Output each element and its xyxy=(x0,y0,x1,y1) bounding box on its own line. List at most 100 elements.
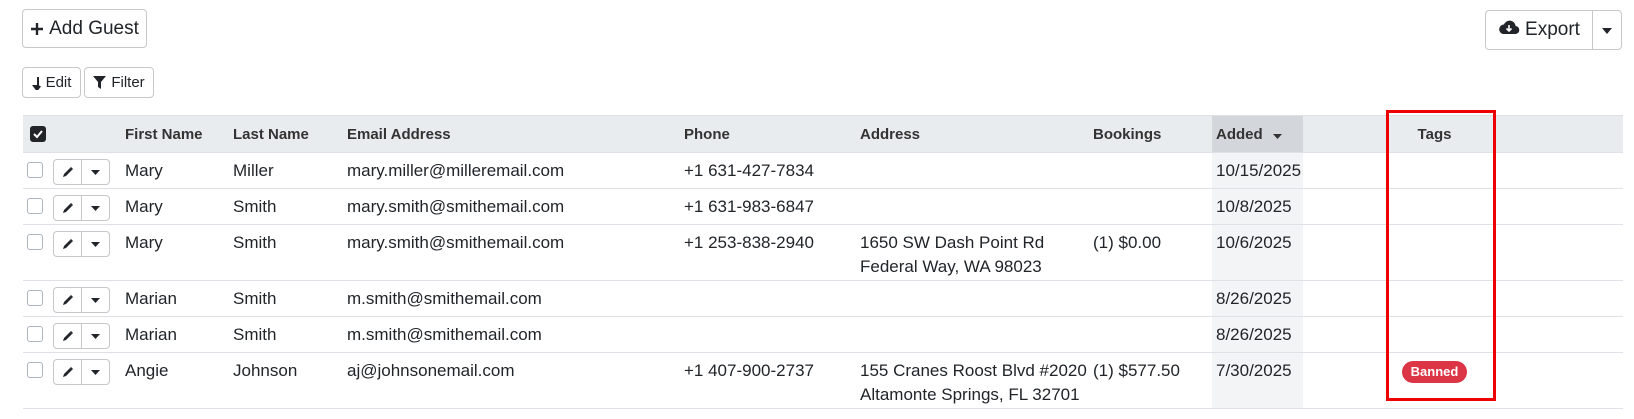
cell-spacer-end xyxy=(1490,188,1623,225)
row-edit-button[interactable] xyxy=(54,232,82,256)
cell-added: 10/6/2025 xyxy=(1212,224,1303,281)
cell-added: 8/26/2025 xyxy=(1212,316,1303,353)
table-row: Mary Miller mary.miller@milleremail.com +1 … xyxy=(23,152,1623,189)
edit-label: Edit xyxy=(45,74,72,91)
row-dropdown-toggle[interactable] xyxy=(82,160,109,184)
cell-bookings: (1) $577.50 xyxy=(1089,352,1212,409)
table-body: Mary Miller mary.miller@milleremail.com +1 … xyxy=(23,152,1623,409)
cell-phone xyxy=(680,316,856,353)
cell-address: 155 Cranes Roost Blvd #2020 Altamonte Spr… xyxy=(856,352,1089,409)
header-added-label: Added xyxy=(1216,125,1263,143)
row-edit-button[interactable] xyxy=(54,324,82,348)
cell-spacer xyxy=(1303,224,1379,281)
row-checkbox[interactable] xyxy=(27,234,43,250)
row-checkbox[interactable] xyxy=(27,362,43,378)
row-edit-button[interactable] xyxy=(54,288,82,312)
header-added[interactable]: Added xyxy=(1212,115,1303,153)
cell-last-name: Smith xyxy=(229,316,343,353)
caret-down-icon xyxy=(91,232,100,256)
pencil-icon xyxy=(62,360,74,384)
row-dropdown-toggle[interactable] xyxy=(82,232,109,256)
tag-badge-banned: Banned xyxy=(1401,361,1468,383)
address-line-1: 155 Cranes Roost Blvd #2020 xyxy=(860,361,1087,380)
caret-down-icon xyxy=(91,324,100,348)
add-guest-button[interactable]: Add Guest xyxy=(22,9,147,48)
caret-down-icon xyxy=(91,288,100,312)
cell-address xyxy=(856,280,1089,317)
cell-last-name: Smith xyxy=(229,188,343,225)
row-checkbox[interactable] xyxy=(27,326,43,342)
cell-email: aj@johnsonemail.com xyxy=(343,352,680,409)
row-checkbox[interactable] xyxy=(27,290,43,306)
header-tags[interactable]: Tags xyxy=(1379,115,1490,153)
cell-spacer-end xyxy=(1490,352,1623,409)
row-dropdown-toggle[interactable] xyxy=(82,360,109,384)
row-edit-button[interactable] xyxy=(54,196,82,220)
table-row: Mary Smith mary.smith@smithemail.com +1 253… xyxy=(23,224,1623,281)
row-dropdown-toggle[interactable] xyxy=(82,196,109,220)
row-actions xyxy=(53,287,110,313)
cell-phone xyxy=(680,280,856,317)
cell-tags xyxy=(1379,316,1490,353)
row-edit-button[interactable] xyxy=(54,160,82,184)
filter-icon xyxy=(93,76,107,89)
header-bookings[interactable]: Bookings xyxy=(1089,115,1212,153)
pencil-icon xyxy=(62,160,74,184)
pencil-icon xyxy=(62,324,74,348)
cell-spacer-end xyxy=(1490,316,1623,353)
row-dropdown-toggle[interactable] xyxy=(82,288,109,312)
header-address[interactable]: Address xyxy=(856,115,1089,153)
row-edit-button[interactable] xyxy=(54,360,82,384)
table-row: Mary Smith mary.smith@smithemail.com +1 631… xyxy=(23,188,1623,225)
pencil-icon xyxy=(62,288,74,312)
select-all-checkbox[interactable] xyxy=(30,125,46,142)
cell-first-name: Marian xyxy=(121,316,229,353)
row-select-cell xyxy=(23,152,121,189)
row-actions xyxy=(53,159,110,185)
edit-arrow-icon xyxy=(31,76,41,90)
filter-label: Filter xyxy=(111,74,145,91)
cell-bookings xyxy=(1089,152,1212,189)
row-select-cell xyxy=(23,188,121,225)
export-button[interactable]: Export xyxy=(1486,11,1593,49)
export-dropdown-toggle[interactable] xyxy=(1593,11,1621,49)
select-all-cell xyxy=(23,115,121,153)
cell-tags xyxy=(1379,280,1490,317)
cell-email: m.smith@smithemail.com xyxy=(343,316,680,353)
caret-down-icon xyxy=(91,160,100,184)
filter-button[interactable]: Filter xyxy=(84,67,154,98)
row-dropdown-toggle[interactable] xyxy=(82,324,109,348)
address-line-1: 1650 SW Dash Point Rd xyxy=(860,233,1045,252)
cell-last-name: Smith xyxy=(229,280,343,317)
guest-table: First Name Last Name Email Address Phone… xyxy=(23,115,1623,409)
cell-added: 7/30/2025 xyxy=(1212,352,1303,409)
pencil-icon xyxy=(62,196,74,220)
add-guest-label: Add Guest xyxy=(49,17,139,39)
cell-spacer xyxy=(1303,188,1379,225)
cell-tags xyxy=(1379,152,1490,189)
pencil-icon xyxy=(62,232,74,256)
table-header-row: First Name Last Name Email Address Phone… xyxy=(23,115,1623,153)
header-last-name[interactable]: Last Name xyxy=(229,115,343,153)
plus-icon xyxy=(30,22,44,36)
cell-added: 10/15/2025 xyxy=(1212,152,1303,189)
header-phone[interactable]: Phone xyxy=(680,115,856,153)
header-email[interactable]: Email Address xyxy=(343,115,680,153)
cell-spacer-end xyxy=(1490,280,1623,317)
caret-down-icon xyxy=(91,196,100,220)
header-first-name[interactable]: First Name xyxy=(121,115,229,153)
cell-bookings xyxy=(1089,188,1212,225)
table-row: Marian Smith m.smith@smithemail.com 8/26/20… xyxy=(23,316,1623,353)
row-select-cell xyxy=(23,316,121,353)
cell-phone: +1 407-900-2737 xyxy=(680,352,856,409)
row-checkbox[interactable] xyxy=(27,198,43,214)
row-actions xyxy=(53,359,110,385)
edit-button[interactable]: Edit xyxy=(22,67,81,98)
cell-first-name: Mary xyxy=(121,224,229,281)
row-actions xyxy=(53,231,110,257)
cell-email: m.smith@smithemail.com xyxy=(343,280,680,317)
row-select-cell xyxy=(23,352,121,409)
row-checkbox[interactable] xyxy=(27,162,43,178)
cell-address xyxy=(856,152,1089,189)
cell-last-name: Smith xyxy=(229,224,343,281)
